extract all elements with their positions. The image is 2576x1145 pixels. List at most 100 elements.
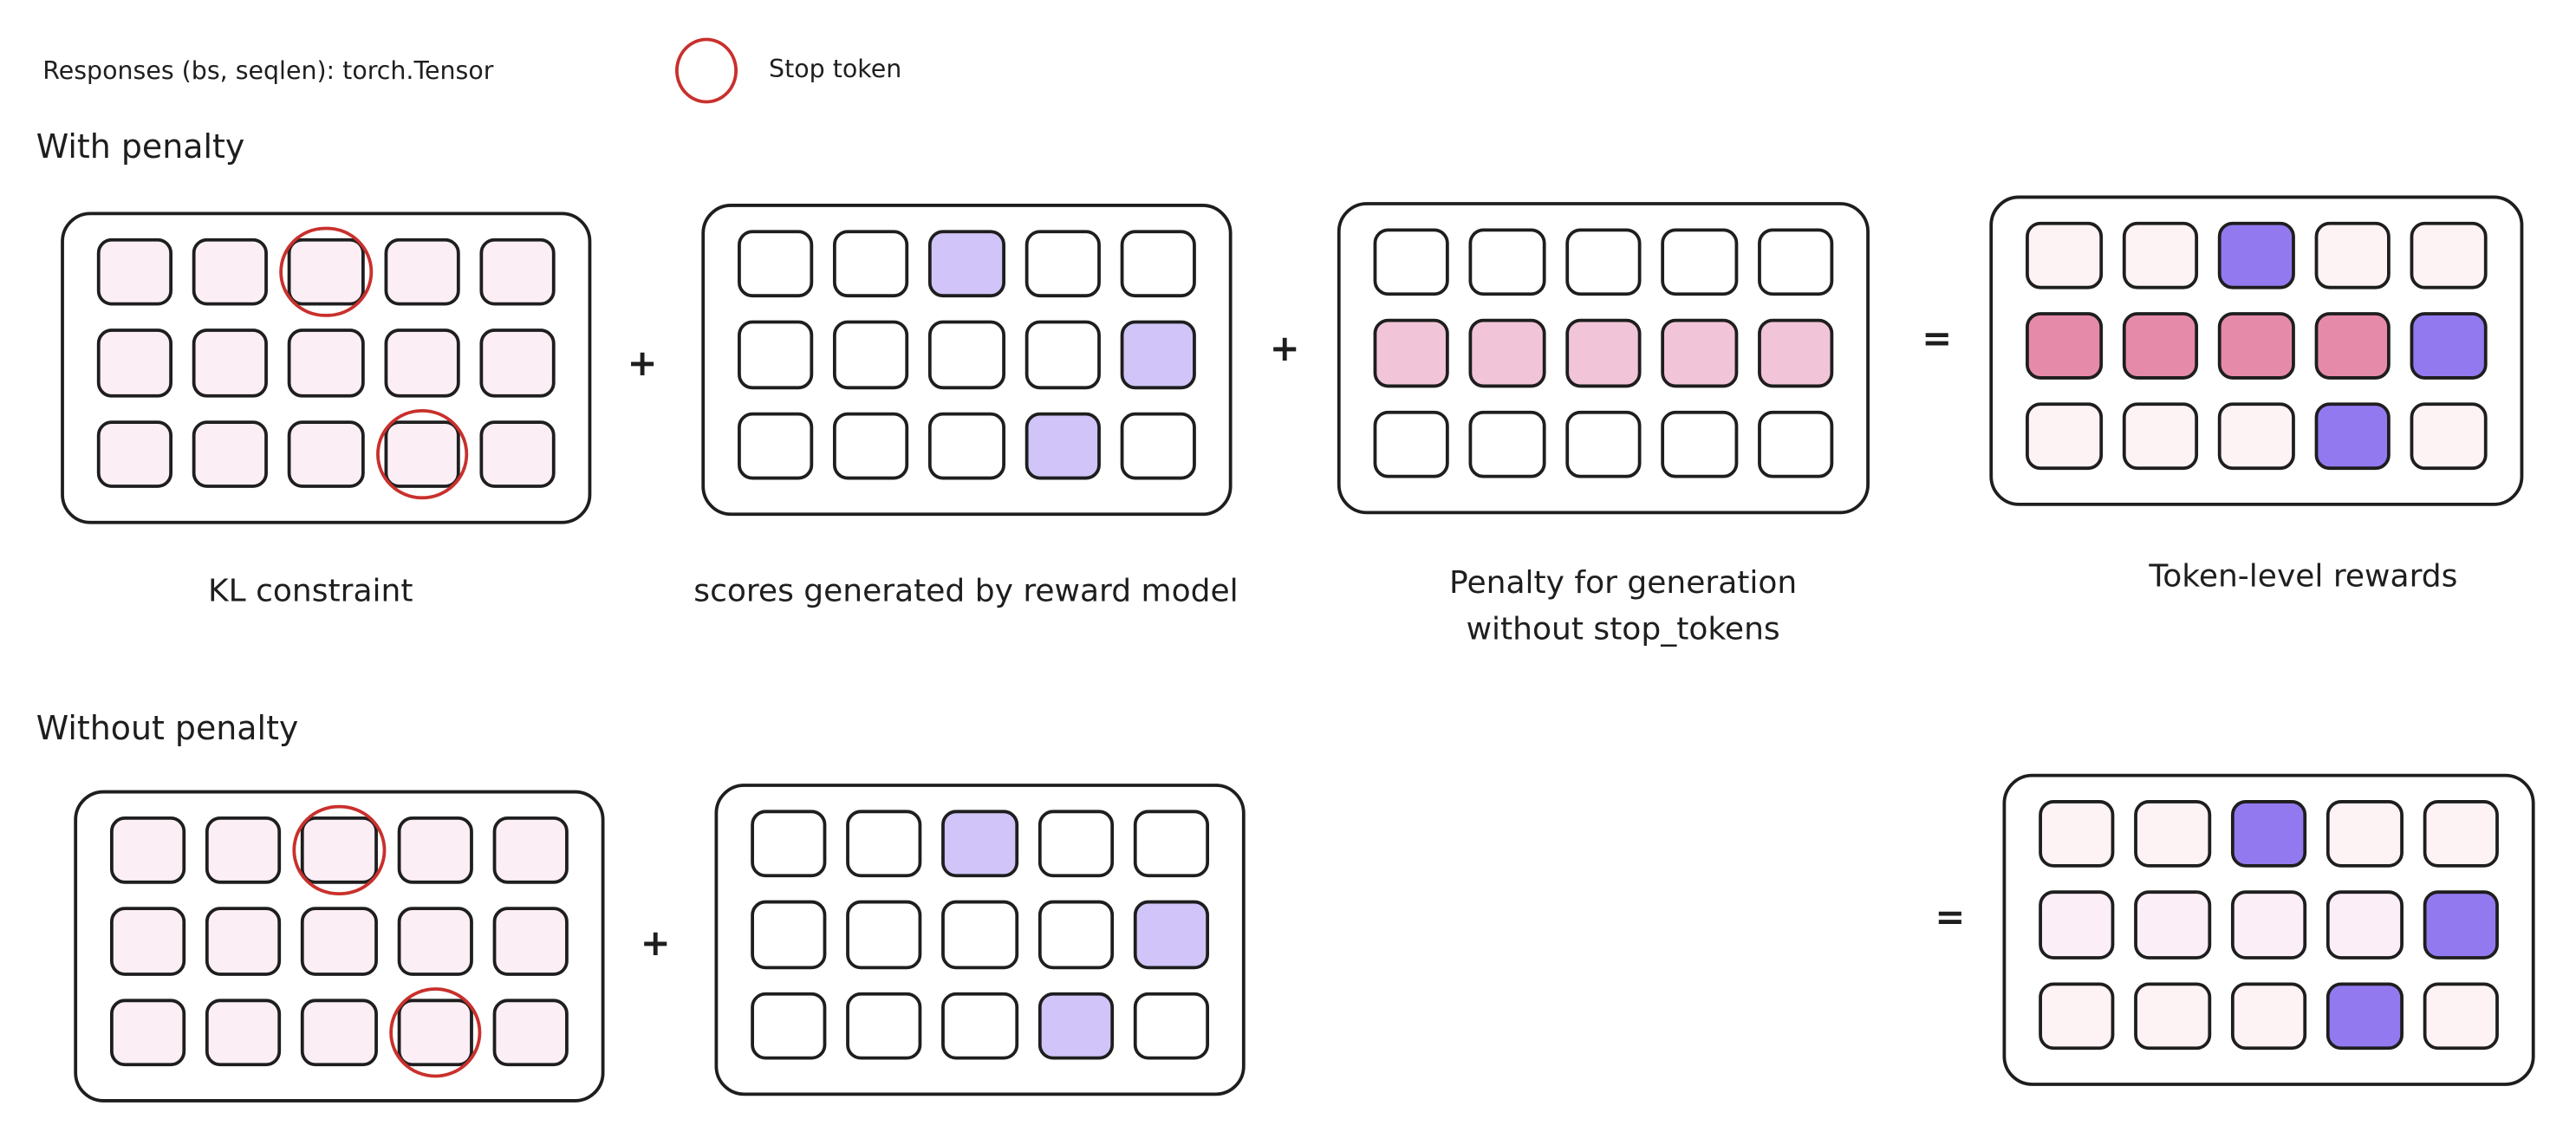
token-cell (941, 992, 1018, 1060)
token-cell (1133, 992, 1210, 1060)
token-cell (2134, 800, 2211, 869)
token-cell (2122, 221, 2199, 290)
token-cell (1038, 810, 1114, 878)
token-level-rewards-grid (2026, 221, 2488, 471)
plus-operator: + (1269, 329, 1300, 371)
token-cell (738, 321, 814, 389)
responses-label: Responses (bs, seqlen): torch.Tensor (42, 55, 494, 86)
token-cell (2134, 981, 2211, 1051)
token-cell (383, 329, 460, 398)
token-cell (479, 237, 556, 307)
token-cell (751, 810, 827, 878)
kl-constraint-grid (109, 804, 569, 1078)
token-cell (1564, 228, 1642, 296)
token-cell (941, 810, 1018, 878)
token-cell (2314, 312, 2391, 380)
token-cell (205, 998, 282, 1067)
token-cell (293, 804, 386, 896)
token-cell (205, 907, 282, 976)
token-cell (2122, 312, 2199, 380)
token-cell (192, 329, 269, 398)
token-cell (2026, 402, 2103, 471)
token-cell (96, 420, 173, 488)
kl-constraint-grid (96, 226, 556, 500)
token-cell (492, 816, 569, 885)
token-cell (1038, 992, 1114, 1060)
diagram: Responses (bs, seqlen): torch.Tensor Sto… (0, 0, 2576, 1145)
token-cell (2039, 800, 2116, 869)
token-cell (96, 237, 173, 307)
token-cell (109, 816, 186, 885)
token-cell (375, 408, 468, 500)
token-cell (301, 907, 378, 976)
token-cell (751, 992, 827, 1060)
token-cell (928, 412, 1005, 480)
token-cell (1120, 321, 1196, 389)
token-cell (1661, 319, 1738, 387)
token-cell (1469, 319, 1546, 387)
token-cell (2218, 221, 2295, 290)
token-cell (388, 986, 481, 1078)
token-cell (492, 998, 569, 1067)
token-cell (1373, 410, 1450, 478)
token-cell (1757, 319, 1834, 387)
reward-model-scores-grid (751, 810, 1210, 1060)
token-cell (1469, 228, 1546, 296)
reward-model-scores-box (701, 204, 1233, 517)
token-cell (1373, 228, 1450, 296)
token-cell (928, 321, 1005, 389)
token-cell (846, 810, 923, 878)
token-cell (2218, 312, 2295, 380)
stop-token-circle-icon (375, 408, 468, 500)
caption-stop-token-penalty: Penalty for generation without stop_toke… (1449, 565, 1798, 647)
token-cell (2326, 890, 2404, 960)
token-cell (2230, 981, 2307, 1051)
token-cell (2026, 312, 2103, 380)
stop-token-penalty-grid (1373, 228, 1834, 478)
token-cell (1564, 410, 1642, 478)
token-cell (2410, 221, 2488, 290)
token-cell (1038, 901, 1114, 969)
token-cell (396, 907, 473, 976)
token-cell (192, 237, 269, 307)
token-cell (2326, 981, 2404, 1051)
kl-constraint-box (61, 211, 592, 524)
equals-operator: = (1922, 319, 1953, 361)
token-cell (941, 901, 1018, 969)
token-cell (2422, 800, 2499, 869)
stop-token-circle-icon (279, 226, 373, 318)
token-cell (1661, 228, 1738, 296)
token-cell (2134, 890, 2211, 960)
token-cell (2422, 890, 2499, 960)
caption-token-level-rewards: Token-level rewards (2149, 558, 2458, 595)
token-cell (833, 412, 909, 480)
token-level-rewards-box (2002, 773, 2535, 1086)
token-cell (833, 230, 909, 298)
token-cell (1757, 228, 1834, 296)
token-cell (2230, 890, 2307, 960)
token-cell (109, 998, 186, 1067)
stop-token-circle-icon (293, 804, 386, 896)
reward-model-scores-grid (738, 230, 1196, 480)
token-cell (928, 230, 1005, 298)
stop-token-circle-icon (388, 986, 481, 1078)
token-cell (1661, 410, 1738, 478)
token-cell (1133, 810, 1210, 878)
token-cell (2314, 221, 2391, 290)
token-cell (2326, 800, 2404, 869)
section-title-without-penalty: Without penalty (36, 707, 299, 748)
token-cell (109, 907, 186, 976)
token-cell (1133, 901, 1210, 969)
caption-reward-model-scores: scores generated by reward model (693, 573, 1239, 610)
token-cell (1024, 412, 1101, 480)
token-cell (2314, 402, 2391, 471)
token-cell (2410, 402, 2488, 471)
token-cell (1564, 319, 1642, 387)
equals-operator: = (1935, 897, 1966, 940)
kl-constraint-box (74, 790, 605, 1103)
token-cell (1024, 321, 1101, 389)
token-cell (738, 412, 814, 480)
token-cell (383, 237, 460, 307)
caption-kl-constraint: KL constraint (207, 573, 413, 610)
token-cell (1120, 412, 1196, 480)
